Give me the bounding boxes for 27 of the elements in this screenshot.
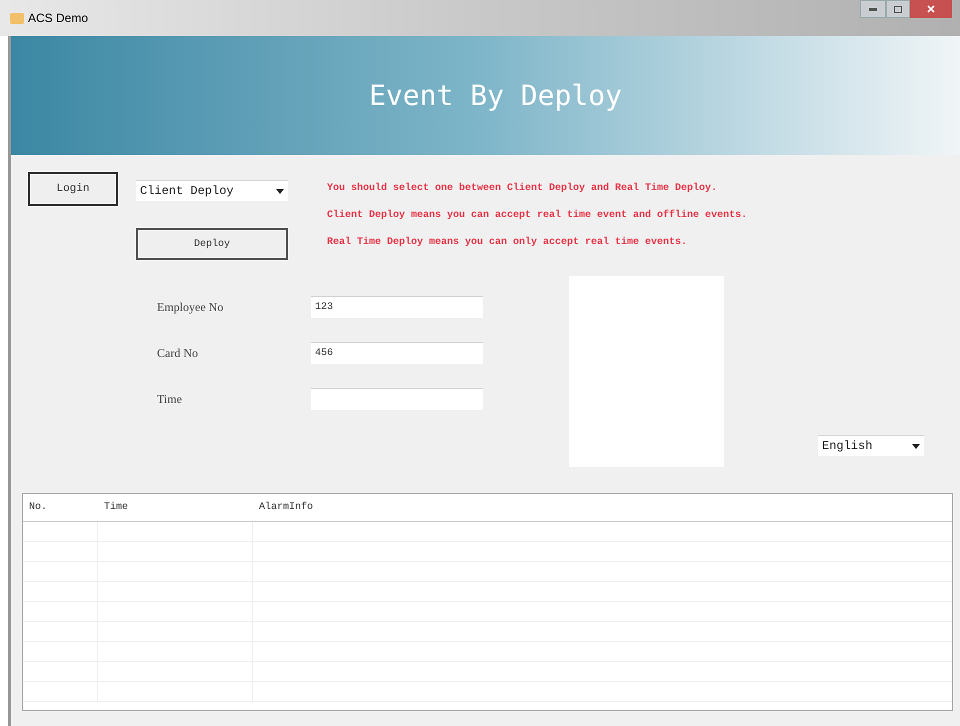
caret-icon bbox=[912, 444, 920, 448]
text-field[interactable] bbox=[311, 388, 483, 410]
notice-text: Client Deploy means you can accept real time event and offline events. bbox=[327, 208, 748, 223]
notice-text: You should select one between Client Deploy and Real Time Deploy. bbox=[327, 182, 718, 196]
caret-icon bbox=[276, 188, 284, 194]
language-dropdown[interactable]: English bbox=[818, 435, 924, 456]
text-field[interactable]: 123 bbox=[311, 296, 483, 318]
notice-text: Real Time Deploy means you can only accept real time events. bbox=[327, 236, 688, 250]
minimize-icon bbox=[869, 8, 877, 10]
minimize-button[interactable] bbox=[860, 0, 886, 18]
field-label: Employee No bbox=[157, 299, 224, 316]
column-header[interactable]: No. bbox=[23, 500, 98, 515]
banner-title: Event By Deploy bbox=[369, 78, 622, 114]
app-icon bbox=[10, 12, 24, 24]
text-field[interactable]: 456 bbox=[311, 342, 483, 364]
field-label: Time bbox=[157, 391, 183, 408]
deploy-button[interactable]: Deploy bbox=[136, 228, 288, 260]
column-header[interactable]: Time bbox=[98, 500, 253, 515]
close-button[interactable] bbox=[910, 0, 952, 18]
field-label: Card No bbox=[157, 345, 199, 362]
maximize-button[interactable] bbox=[886, 0, 910, 18]
column-header[interactable]: AlarmInfo bbox=[253, 500, 952, 515]
deploy-mode-dropdown[interactable]: Client Deploy bbox=[136, 180, 288, 201]
close-icon bbox=[927, 5, 935, 13]
login-button[interactable]: Login bbox=[28, 172, 118, 206]
window-title: ACS Demo bbox=[28, 10, 88, 27]
maximize-icon bbox=[894, 6, 902, 12]
